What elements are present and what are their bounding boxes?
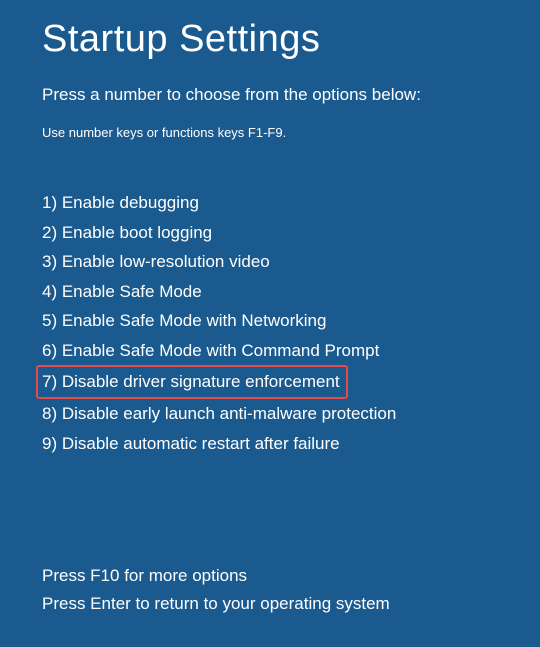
instructions: Use number keys or functions keys F1-F9.	[42, 125, 500, 140]
option-wrapper: 4) Enable Safe Mode	[42, 277, 500, 307]
footer-return: Press Enter to return to your operating …	[42, 590, 500, 617]
page-title: Startup Settings	[42, 18, 500, 61]
option-wrapper: 5) Enable Safe Mode with Networking	[42, 306, 500, 336]
option-item-3[interactable]: 3) Enable low-resolution video	[42, 247, 270, 276]
option-item-7[interactable]: 7) Disable driver signature enforcement	[36, 365, 348, 399]
subtitle: Press a number to choose from the option…	[42, 85, 500, 105]
option-wrapper: 1) Enable debugging	[42, 188, 500, 218]
option-wrapper: 7) Disable driver signature enforcement	[42, 365, 500, 399]
option-wrapper: 3) Enable low-resolution video	[42, 247, 500, 277]
footer-more-options: Press F10 for more options	[42, 562, 500, 589]
option-item-2[interactable]: 2) Enable boot logging	[42, 218, 212, 247]
option-wrapper: 2) Enable boot logging	[42, 218, 500, 248]
startup-settings-screen: Startup Settings Press a number to choos…	[0, 0, 540, 647]
option-wrapper: 8) Disable early launch anti-malware pro…	[42, 399, 500, 429]
option-item-1[interactable]: 1) Enable debugging	[42, 188, 199, 217]
option-item-6[interactable]: 6) Enable Safe Mode with Command Prompt	[42, 336, 379, 365]
option-item-5[interactable]: 5) Enable Safe Mode with Networking	[42, 306, 326, 335]
option-wrapper: 9) Disable automatic restart after failu…	[42, 429, 500, 459]
option-item-8[interactable]: 8) Disable early launch anti-malware pro…	[42, 399, 396, 428]
option-item-9[interactable]: 9) Disable automatic restart after failu…	[42, 429, 340, 458]
option-wrapper: 6) Enable Safe Mode with Command Prompt	[42, 336, 500, 366]
options-list: 1) Enable debugging2) Enable boot loggin…	[42, 188, 500, 458]
option-item-4[interactable]: 4) Enable Safe Mode	[42, 277, 202, 306]
